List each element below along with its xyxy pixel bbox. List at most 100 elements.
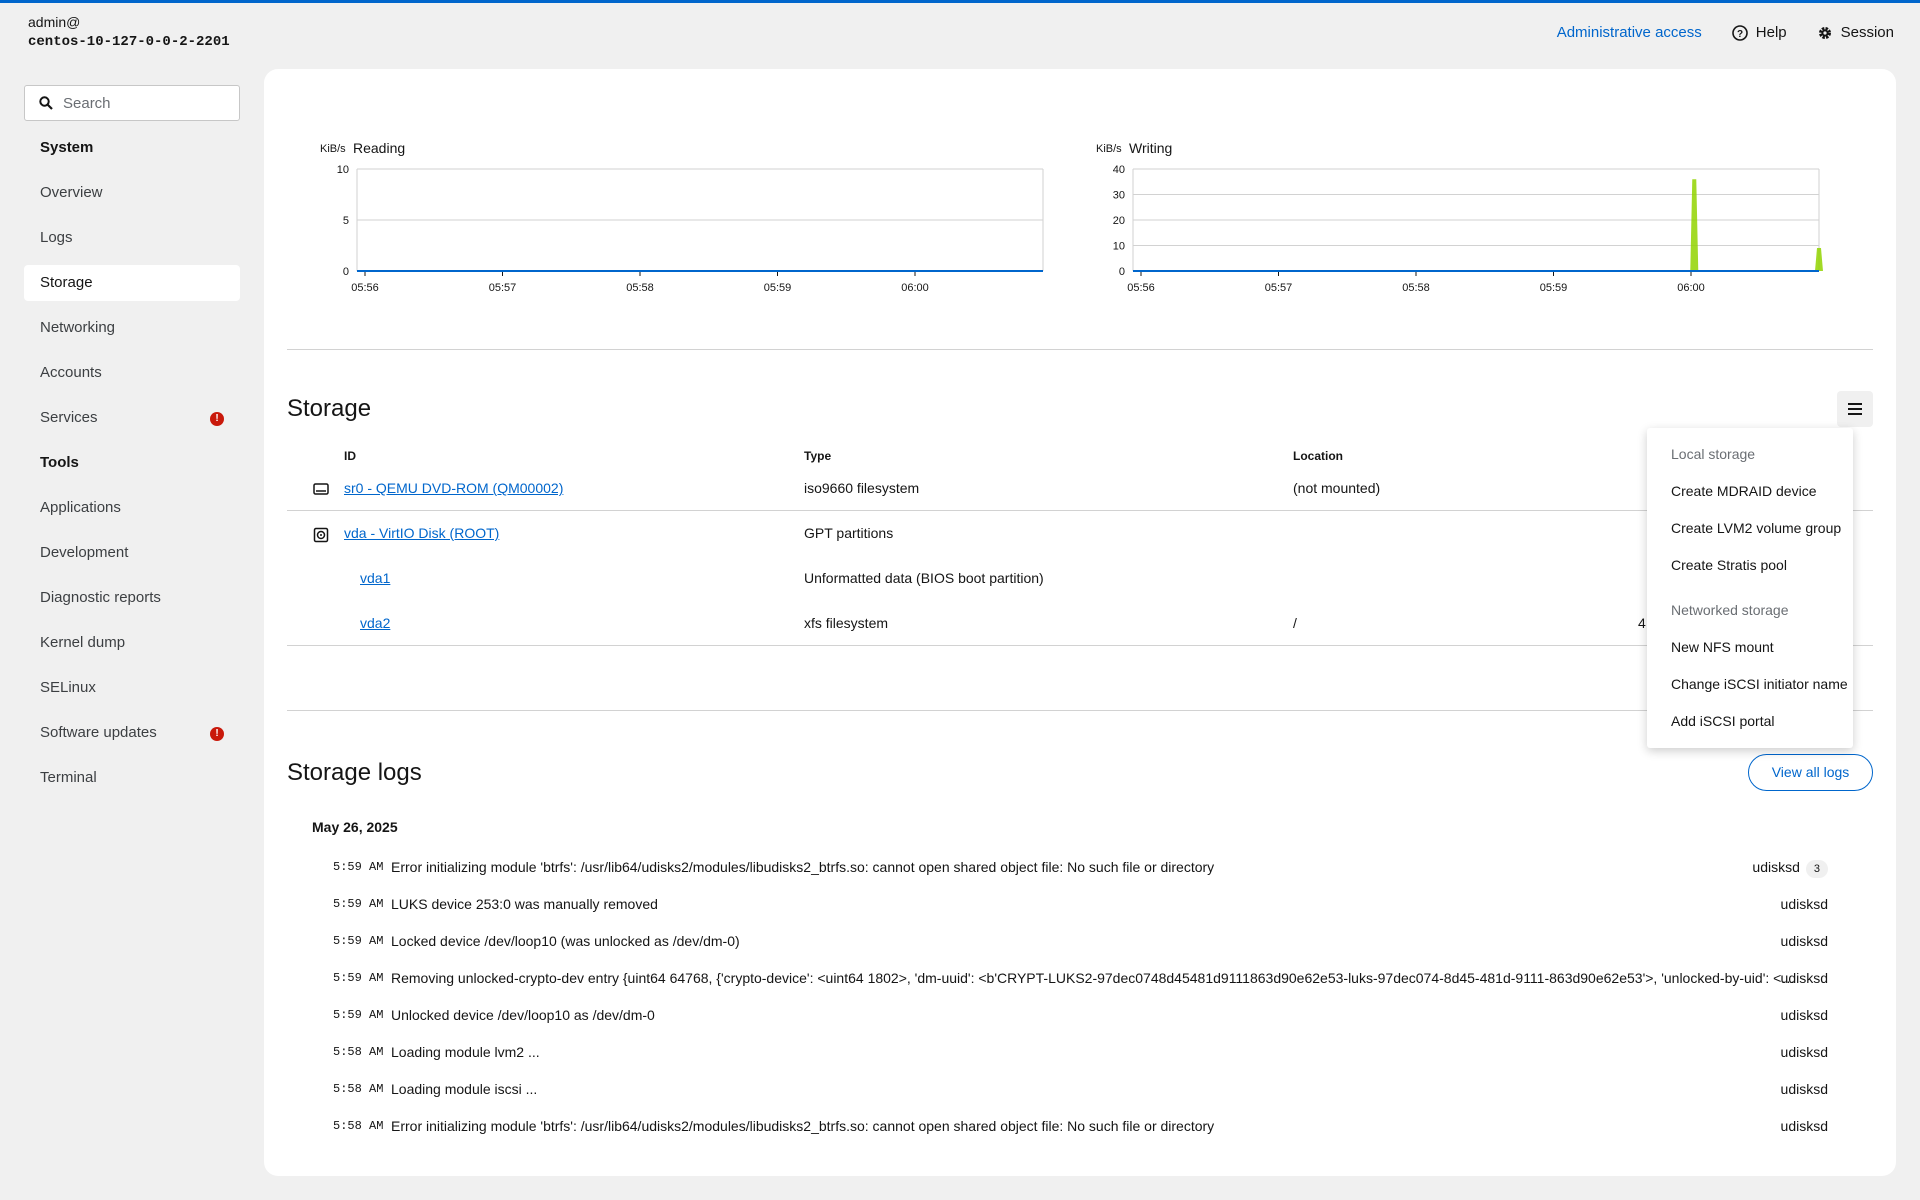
chart-x-tick: 05:59 — [764, 282, 792, 294]
sidebar-item-accounts[interactable]: Accounts — [24, 355, 240, 391]
sidebar-item-selinux[interactable]: SELinux — [24, 670, 240, 706]
menu-item-add-iscsi-portal[interactable]: Add iSCSI portal — [1647, 703, 1853, 740]
search-input[interactable] — [63, 94, 223, 112]
reading-chart: KiB/s Reading 0 5 10 05:56 05:57 05:58 05:59 06:0… — [314, 113, 1054, 343]
host-switcher[interactable]: admin@ centos-10-127-0-0-2-2201 — [28, 14, 230, 50]
menu-item-create-lvm2[interactable]: Create LVM2 volume group — [1647, 510, 1853, 547]
sidebar-item-overview[interactable]: Overview — [24, 175, 240, 211]
menu-item-change-iscsi-name[interactable]: Change iSCSI initiator name — [1647, 666, 1853, 703]
device-location: (not mounted) — [1293, 480, 1381, 496]
log-source: udisksd 3 — [1752, 849, 1828, 886]
sidebar-item-diagnostic-reports[interactable]: Diagnostic reports — [24, 580, 240, 616]
reading-chart-svg: KiB/s Reading 0 5 10 05:56 05:57 05:58 05:59 06:0… — [320, 140, 1044, 294]
chart-x-tick: 05:58 — [626, 282, 654, 294]
chart-x-tick: 05:56 — [351, 282, 379, 294]
log-time: 5:59 AM — [333, 1008, 384, 1022]
partition-link[interactable]: vda1 — [360, 556, 390, 601]
sidebar-item-kernel-dump[interactable]: Kernel dump — [24, 625, 240, 661]
storage-actions-menu: Local storage Create MDRAID device Creat… — [1647, 428, 1853, 748]
sidebar-item-software-updates[interactable]: Software updates ! — [24, 715, 240, 751]
sidebar-item-networking[interactable]: Networking — [24, 310, 240, 346]
top-accent-bar — [0, 0, 1920, 3]
chart-y-tick: 40 — [1113, 164, 1125, 176]
sidebar-item-label: Services — [40, 409, 98, 426]
svg-text:?: ? — [1737, 29, 1743, 40]
chart-x-tick: 05:57 — [1265, 282, 1293, 294]
device-link[interactable]: vda - VirtIO Disk (ROOT) — [344, 511, 499, 556]
log-source: udisksd — [1780, 970, 1828, 986]
writing-chart: KiB/s Writing 0 10 20 30 40 05:56 05:57 05:58 05:5… — [1090, 113, 1830, 343]
log-entry[interactable]: 5:58 AM Loading module lvm2 ... udisksd — [312, 1034, 1852, 1071]
chart-y-unit: KiB/s — [1096, 143, 1122, 155]
column-header-id: ID — [344, 449, 356, 463]
sidebar-item-logs[interactable]: Logs — [24, 220, 240, 256]
sidebar-item-terminal[interactable]: Terminal — [24, 760, 240, 796]
partition-type: Unformatted data (BIOS boot partition) — [804, 570, 1044, 586]
log-entry[interactable]: 5:59 AM Error initializing module 'btrfs… — [312, 849, 1852, 886]
chart-y-tick: 0 — [1119, 266, 1125, 278]
menu-item-create-stratis[interactable]: Create Stratis pool — [1647, 547, 1853, 584]
chart-x-tick: 05:57 — [489, 282, 517, 294]
menu-item-create-mdraid[interactable]: Create MDRAID device — [1647, 473, 1853, 510]
log-entry[interactable]: 5:59 AM Unlocked device /dev/loop10 as /… — [312, 997, 1852, 1034]
log-entry[interactable]: 5:58 AM Loading module iscsi ... udisksd — [312, 1071, 1852, 1108]
menu-item-new-nfs-mount[interactable]: New NFS mount — [1647, 629, 1853, 666]
log-message: Removing unlocked-crypto-dev entry {uint… — [391, 970, 1801, 986]
chart-y-tick: 10 — [1113, 241, 1125, 253]
log-message: Error initializing module 'btrfs': /usr/… — [391, 859, 1215, 875]
help-button[interactable]: ? Help — [1731, 24, 1787, 41]
log-source: udisksd — [1780, 1044, 1828, 1060]
session-button[interactable]: Session — [1817, 24, 1894, 41]
chart-y-tick: 10 — [337, 164, 349, 176]
chart-x-tick: 05:56 — [1127, 282, 1155, 294]
sidebar-item-services[interactable]: Services ! — [24, 400, 240, 436]
table-row[interactable]: vda1 Unformatted data (BIOS boot partiti… — [287, 556, 1873, 601]
hostname-label: centos-10-127-0-0-2-2201 — [28, 34, 230, 50]
user-label: admin@ — [28, 14, 81, 30]
hamburger-icon — [1848, 403, 1862, 415]
log-entry[interactable]: 5:59 AM Removing unlocked-crypto-dev ent… — [312, 960, 1852, 997]
sidebar-item-development[interactable]: Development — [24, 535, 240, 571]
log-date: May 26, 2025 — [312, 819, 398, 835]
sidebar-section-system: System — [40, 139, 94, 156]
storage-title: Storage — [287, 395, 372, 422]
menu-header-networked-storage: Networked storage — [1671, 602, 1789, 618]
log-entry[interactable]: 5:59 AM Locked device /dev/loop10 (was u… — [312, 923, 1852, 960]
log-source: udisksd — [1780, 933, 1828, 949]
column-header-type: Type — [804, 449, 832, 463]
administrative-access-button[interactable]: Administrative access — [1557, 24, 1702, 41]
chart-y-tick: 20 — [1113, 215, 1125, 227]
log-time: 5:58 AM — [333, 1119, 384, 1133]
sidebar-item-label: Software updates — [40, 724, 157, 741]
log-list: 5:59 AM Error initializing module 'btrfs… — [312, 849, 1852, 1145]
log-time: 5:58 AM — [333, 1082, 384, 1096]
log-source: udisksd — [1780, 896, 1828, 912]
log-source: udisksd — [1780, 1007, 1828, 1023]
gear-icon — [1818, 26, 1831, 39]
view-all-logs-button[interactable]: View all logs — [1748, 754, 1873, 791]
storage-menu-button[interactable] — [1837, 391, 1873, 427]
chart-y-tick: 30 — [1113, 190, 1125, 202]
sidebar-section-tools: Tools — [40, 454, 79, 471]
search-box[interactable] — [24, 85, 240, 121]
sidebar-item-storage[interactable]: Storage — [24, 265, 240, 301]
section-divider — [287, 349, 1873, 350]
device-link[interactable]: sr0 - QEMU DVD-ROM (QM00002) — [344, 466, 563, 511]
log-count-badge: 3 — [1805, 860, 1828, 878]
chart-x-tick: 06:00 — [901, 282, 929, 294]
chart-area-spike — [1690, 179, 1699, 271]
table-row[interactable]: vda - VirtIO Disk (ROOT) GPT partitions — [287, 511, 1873, 556]
help-icon: ? — [1731, 24, 1748, 41]
chart-y-unit: KiB/s — [320, 143, 346, 155]
chart-y-tick: 5 — [343, 215, 349, 227]
log-message: Loading module iscsi ... — [391, 1081, 538, 1097]
log-entry[interactable]: 5:58 AM Error initializing module 'btrfs… — [312, 1108, 1852, 1145]
table-row[interactable]: vda2 xfs filesystem / 4 — [287, 601, 1873, 646]
sidebar-item-applications[interactable]: Applications — [24, 490, 240, 526]
table-row[interactable]: sr0 - QEMU DVD-ROM (QM00002) iso9660 fil… — [287, 466, 1873, 511]
writing-chart-svg: KiB/s Writing 0 10 20 30 40 05:56 05:57 05:58 05:5… — [1096, 140, 1823, 294]
partition-link[interactable]: vda2 — [360, 601, 390, 646]
log-entry[interactable]: 5:59 AM LUKS device 253:0 was manually r… — [312, 886, 1852, 923]
log-message: Locked device /dev/loop10 (was unlocked … — [391, 933, 740, 949]
partition-size: 4 — [1638, 615, 1646, 631]
